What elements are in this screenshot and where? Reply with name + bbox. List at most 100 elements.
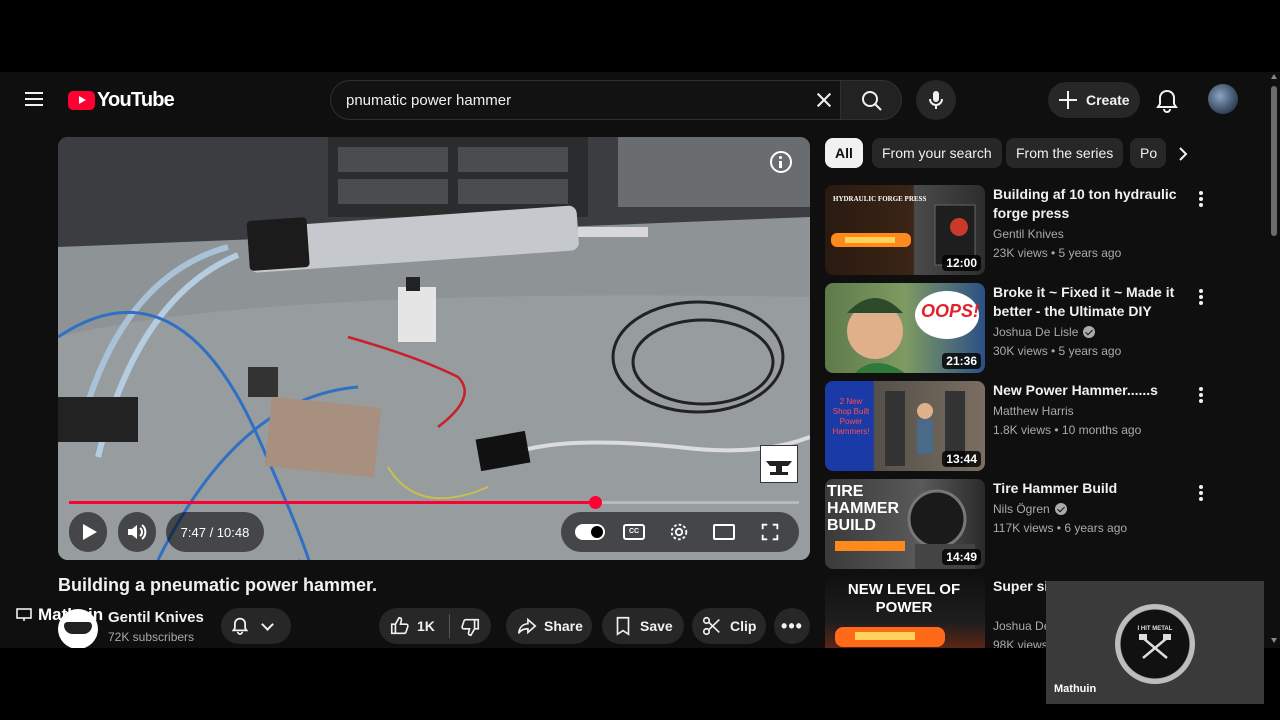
subscriber-count: 72K subscribers xyxy=(108,630,195,644)
voice-search-button[interactable] xyxy=(916,80,956,120)
channel-name[interactable]: Nils Ögren xyxy=(993,502,1067,516)
channel-label: Matthew Harris xyxy=(993,404,1074,418)
share-label: Share xyxy=(544,618,583,634)
search-input[interactable]: pnumatic power hammer xyxy=(330,80,840,120)
page-scrollbar[interactable] xyxy=(1268,72,1280,648)
chip-from-your-search[interactable]: From your search xyxy=(872,138,1002,168)
video-meta: 1.8K views • 10 months ago xyxy=(993,423,1142,437)
save-label: Save xyxy=(640,618,673,634)
scroll-down-arrow-icon[interactable] xyxy=(1271,638,1277,643)
search-button[interactable] xyxy=(840,80,902,120)
anvil-icon xyxy=(766,461,792,475)
presenter-name-overlay: Mathuin xyxy=(16,605,103,625)
channel-name[interactable]: Matthew Harris xyxy=(993,404,1074,418)
save-button[interactable]: Save xyxy=(602,608,684,644)
more-options-icon[interactable] xyxy=(1193,483,1209,503)
recommendation-item[interactable]: OOPS! 21:36 Broke it ~ Fixed it ~ Made i… xyxy=(825,283,1215,375)
thumbnail-caption: HYDRAULIC FORGE PRESS xyxy=(833,195,927,203)
hamburger-menu-icon[interactable] xyxy=(22,88,46,112)
channel-label: Nils Ögren xyxy=(993,502,1050,516)
video-title[interactable]: Building af 10 ton hydraulic forge press xyxy=(993,185,1193,223)
thumbs-up-icon[interactable] xyxy=(389,615,411,637)
fullscreen-icon[interactable] xyxy=(759,521,781,543)
channel-logo-seal: I HIT METAL xyxy=(1115,604,1195,684)
plus-icon xyxy=(1058,90,1078,110)
video-frame-image xyxy=(58,137,810,560)
video-duration: 14:49 xyxy=(942,549,981,565)
autoplay-toggle[interactable] xyxy=(575,524,605,540)
clip-label: Clip xyxy=(730,618,757,634)
channel-name[interactable]: Joshua De Lisle xyxy=(993,325,1096,339)
chip-all[interactable]: All xyxy=(825,138,863,168)
video-title[interactable]: Broke it ~ Fixed it ~ Made it better - t… xyxy=(993,283,1193,321)
microphone-icon xyxy=(929,91,943,109)
video-duration: 21:36 xyxy=(942,353,981,369)
webcam-name-label: Mathuin xyxy=(1054,683,1097,695)
scrollbar-thumb[interactable] xyxy=(1271,86,1277,236)
search-icon xyxy=(862,91,882,111)
youtube-play-icon xyxy=(68,91,95,110)
bookmark-icon xyxy=(616,616,630,636)
channel-watermark-anvil-icon[interactable] xyxy=(760,445,798,483)
video-meta: 23K views • 5 years ago xyxy=(993,246,1122,260)
video-thumbnail[interactable]: 2 New Shop Built Power Hammers! 13:44 xyxy=(825,381,985,471)
share-icon xyxy=(517,617,537,635)
scroll-up-arrow-icon[interactable] xyxy=(1271,74,1277,79)
theater-mode-icon[interactable] xyxy=(713,524,735,540)
more-options-icon[interactable] xyxy=(1193,189,1209,209)
video-player[interactable]: 7:47 / 10:48 CC xyxy=(58,137,810,560)
video-meta: 117K views • 6 years ago xyxy=(993,521,1128,535)
monitor-icon xyxy=(16,608,32,621)
thumbnail-caption: OOPS! xyxy=(921,301,980,321)
video-thumbnail[interactable]: OOPS! 21:36 xyxy=(825,283,985,373)
verified-badge-icon xyxy=(1083,326,1096,338)
video-duration: 13:44 xyxy=(942,451,981,467)
channel-name[interactable]: Gentil Knives xyxy=(993,227,1064,241)
top-header: YouTube pnumatic power hammer Create xyxy=(0,72,1266,126)
recommendation-item[interactable]: TIRE HAMMER BUILD 14:49 Tire Hammer Buil… xyxy=(825,479,1215,571)
like-count[interactable]: 1K xyxy=(417,618,435,634)
clip-button[interactable]: Clip xyxy=(692,608,766,644)
youtube-app: YouTube pnumatic power hammer Create 7:4… xyxy=(0,72,1280,648)
volume-button[interactable] xyxy=(118,512,156,552)
more-options-icon[interactable] xyxy=(1193,385,1209,405)
settings-gear-icon[interactable] xyxy=(668,521,690,543)
clear-search-icon[interactable] xyxy=(812,88,836,112)
share-button[interactable]: Share xyxy=(506,608,592,644)
video-meta: 98K views xyxy=(993,638,1048,648)
youtube-logo[interactable]: YouTube xyxy=(68,89,175,112)
info-icon[interactable] xyxy=(770,151,792,173)
create-button[interactable]: Create xyxy=(1048,82,1140,118)
chevron-right-icon[interactable] xyxy=(1176,147,1190,161)
thumbs-down-icon[interactable] xyxy=(459,616,481,638)
crossed-hammers-icon xyxy=(1139,634,1171,659)
volume-icon xyxy=(128,524,147,540)
channel-name[interactable]: Gentil Knives xyxy=(108,609,204,626)
thumbnail-caption: 2 New Shop Built Power Hammers! xyxy=(832,397,870,436)
player-right-controls: CC xyxy=(561,512,799,552)
more-options-icon[interactable] xyxy=(1193,287,1209,307)
chip-partial[interactable]: Po xyxy=(1130,138,1166,168)
more-actions-button[interactable]: ••• xyxy=(774,608,810,644)
chevron-down-icon xyxy=(261,618,274,631)
channel-label: Joshua De Lisle xyxy=(993,325,1079,339)
video-thumbnail[interactable]: NEW LEVEL OF POWER xyxy=(825,577,985,648)
video-title[interactable]: Tire Hammer Build xyxy=(993,479,1193,498)
thumbnail-caption: TIRE HAMMER BUILD xyxy=(827,483,899,534)
chip-from-the-series[interactable]: From the series xyxy=(1006,138,1124,168)
play-button[interactable] xyxy=(69,512,107,552)
recommendation-item[interactable]: HYDRAULIC FORGE PRESS 12:00 Building af … xyxy=(825,185,1215,277)
progress-bar[interactable] xyxy=(69,496,799,509)
webcam-overlay: I HIT METAL Mathuin xyxy=(1046,581,1264,704)
notifications-button[interactable] xyxy=(1152,86,1182,116)
verified-badge-icon xyxy=(1054,503,1067,515)
video-thumbnail[interactable]: HYDRAULIC FORGE PRESS 12:00 xyxy=(825,185,985,275)
account-avatar[interactable] xyxy=(1208,84,1238,114)
captions-button[interactable]: CC xyxy=(623,524,645,540)
bell-icon xyxy=(1156,89,1178,113)
video-thumbnail[interactable]: TIRE HAMMER BUILD 14:49 xyxy=(825,479,985,569)
recommendation-item[interactable]: 2 New Shop Built Power Hammers! 13:44 Ne… xyxy=(825,381,1215,473)
video-title[interactable]: New Power Hammer......s xyxy=(993,381,1193,400)
subscription-bell-button[interactable] xyxy=(221,608,291,644)
like-dislike-group: 1K xyxy=(379,608,491,644)
